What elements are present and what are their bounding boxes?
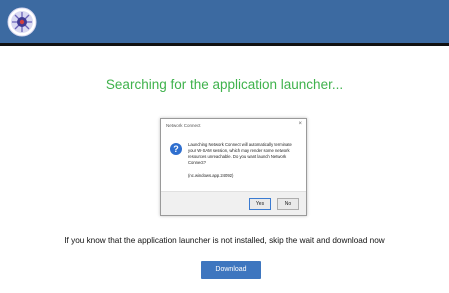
no-button[interactable]: No	[277, 198, 299, 210]
dialog-footer: Yes No	[161, 191, 306, 215]
question-icon: ?	[170, 143, 182, 155]
yes-button[interactable]: Yes	[249, 198, 271, 210]
dialog-title: Network Connect	[166, 123, 201, 128]
top-banner	[0, 0, 449, 46]
dialog-message: Launching Network Connect will automatic…	[188, 142, 292, 165]
download-button[interactable]: Download	[201, 261, 261, 279]
dialog-url: (nc.windows.app.24092)	[188, 173, 234, 178]
emblem-logo-icon	[7, 7, 37, 37]
launch-dialog: Network Connect × ? Launching Network Co…	[160, 118, 307, 216]
info-text: If you know that the application launche…	[64, 236, 385, 245]
page-title: Searching for the application launcher..…	[105, 77, 344, 92]
close-icon[interactable]: ×	[298, 121, 302, 127]
